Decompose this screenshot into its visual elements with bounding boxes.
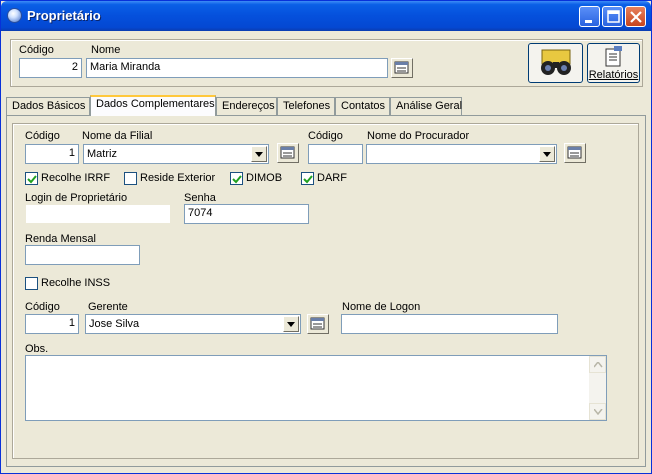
tab-dados-basicos[interactable]: Dados Básicos bbox=[6, 97, 90, 115]
window-title: Proprietário bbox=[27, 8, 101, 23]
renda-label: Renda Mensal bbox=[25, 233, 96, 245]
lookup-grid-icon bbox=[280, 146, 295, 159]
senha-label: Senha bbox=[184, 192, 216, 204]
checkmark-icon bbox=[27, 175, 37, 184]
procurador-nome-label: Nome do Procurador bbox=[367, 130, 470, 142]
obs-scrollbar[interactable] bbox=[589, 356, 606, 420]
procurador-codigo-label: Código bbox=[308, 130, 343, 142]
tab-telefones[interactable]: Telefones bbox=[277, 97, 335, 115]
chevron-up-icon bbox=[594, 362, 603, 368]
recolhe-irrf-checkbox[interactable] bbox=[25, 172, 38, 185]
renda-field[interactable] bbox=[25, 245, 140, 265]
reside-exterior-checkbox[interactable] bbox=[124, 172, 137, 185]
login-label: Login de Proprietário bbox=[25, 192, 128, 204]
filial-codigo-field[interactable]: 1 bbox=[25, 144, 79, 164]
gerente-combo-value: Jose Silva bbox=[89, 318, 140, 330]
gerente-combo[interactable]: Jose Silva bbox=[85, 314, 301, 334]
chevron-down-icon bbox=[594, 409, 603, 415]
logon-label: Nome de Logon bbox=[342, 301, 421, 313]
obs-label: Obs. bbox=[25, 343, 49, 355]
filial-lookup-button[interactable] bbox=[277, 143, 299, 163]
tab-enderecos[interactable]: Endereços bbox=[216, 97, 277, 115]
lookup-grid-icon bbox=[394, 61, 409, 74]
codigo-label: Código bbox=[19, 44, 54, 56]
logon-field[interactable] bbox=[341, 314, 558, 334]
filial-combo-value: Matriz bbox=[87, 148, 117, 160]
darf-label[interactable]: DARF bbox=[317, 172, 347, 184]
report-icon bbox=[605, 46, 622, 67]
relatorios-button[interactable]: Relatórios bbox=[587, 43, 640, 83]
obs-textarea[interactable] bbox=[25, 355, 607, 421]
tab-contatos[interactable]: Contatos bbox=[335, 97, 390, 115]
gerente-lookup-button[interactable] bbox=[307, 314, 329, 334]
checkmark-icon bbox=[303, 175, 313, 184]
maximize-icon bbox=[607, 10, 620, 23]
app-icon[interactable] bbox=[7, 8, 22, 23]
procurador-dropdown-button[interactable] bbox=[539, 146, 555, 162]
recolhe-irrf-label[interactable]: Recolhe IRRF bbox=[41, 172, 110, 184]
tab-analise-geral[interactable]: Análise Geral bbox=[390, 97, 462, 115]
search-button[interactable] bbox=[528, 43, 583, 83]
recolhe-inss-checkbox[interactable] bbox=[25, 277, 38, 290]
codigo-field[interactable]: 2 bbox=[19, 58, 82, 78]
dimob-checkbox[interactable] bbox=[230, 172, 243, 185]
filial-dropdown-button[interactable] bbox=[251, 146, 267, 162]
tab-dados-complementares[interactable]: Dados Complementares bbox=[90, 95, 216, 116]
darf-checkbox[interactable] bbox=[301, 172, 314, 185]
scroll-up-button[interactable] bbox=[589, 356, 606, 373]
minimize-button[interactable] bbox=[579, 6, 600, 27]
dimob-label[interactable]: DIMOB bbox=[246, 172, 282, 184]
recolhe-inss-label[interactable]: Recolhe INSS bbox=[41, 277, 110, 289]
lookup-grid-icon bbox=[567, 146, 582, 159]
filial-combo[interactable]: Matriz bbox=[83, 144, 269, 164]
scroll-down-button[interactable] bbox=[589, 403, 606, 420]
chevron-down-icon bbox=[255, 152, 263, 157]
senha-field[interactable]: 7074 bbox=[184, 204, 309, 224]
procurador-combo[interactable] bbox=[366, 144, 557, 164]
title-bar[interactable]: Proprietário bbox=[1, 1, 651, 31]
gerente-label: Gerente bbox=[88, 301, 128, 313]
relatorios-label: Relatórios bbox=[588, 69, 639, 81]
close-button[interactable] bbox=[625, 6, 646, 27]
lookup-grid-icon bbox=[310, 317, 325, 330]
proprietario-window: Proprietário Código 2 Nome Maria Miranda bbox=[0, 0, 652, 474]
gerente-codigo-field[interactable]: 1 bbox=[25, 314, 79, 334]
login-field[interactable] bbox=[25, 204, 171, 224]
minimize-icon bbox=[585, 20, 592, 23]
binoculars-icon bbox=[541, 49, 571, 75]
nome-lookup-button[interactable] bbox=[391, 58, 413, 78]
chevron-down-icon bbox=[543, 152, 551, 157]
reside-exterior-label[interactable]: Reside Exterior bbox=[140, 172, 215, 184]
procurador-codigo-field[interactable] bbox=[308, 144, 363, 164]
gerente-dropdown-button[interactable] bbox=[283, 316, 299, 332]
nome-field[interactable]: Maria Miranda bbox=[86, 58, 388, 78]
nome-label: Nome bbox=[91, 44, 121, 56]
chevron-down-icon bbox=[287, 322, 295, 327]
filial-codigo-label: Código bbox=[25, 130, 60, 142]
procurador-lookup-button[interactable] bbox=[564, 143, 586, 163]
close-icon bbox=[630, 11, 642, 23]
gerente-codigo-label: Código bbox=[25, 301, 60, 313]
filial-nome-label: Nome da Filial bbox=[82, 130, 153, 142]
maximize-button[interactable] bbox=[602, 6, 623, 27]
checkmark-icon bbox=[232, 175, 242, 184]
